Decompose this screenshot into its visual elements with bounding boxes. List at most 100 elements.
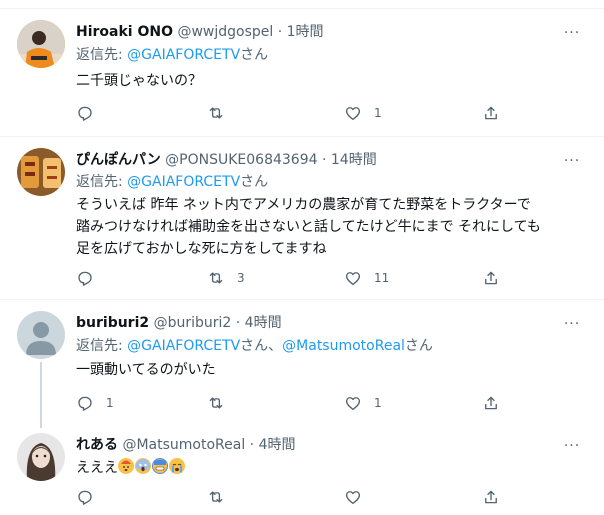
- tweet-text: 一頭動いてるのがいた: [76, 359, 586, 381]
- retweet-button[interactable]: [207, 393, 237, 413]
- user-handle[interactable]: @wwjdgospel: [177, 24, 273, 40]
- avatar[interactable]: [17, 433, 65, 481]
- separator-dot: ·: [321, 152, 327, 168]
- share-icon: [485, 490, 497, 504]
- tweet-actions: 1 1: [76, 393, 536, 413]
- like-button[interactable]: [344, 487, 374, 507]
- reply-to-prefix: 返信先:: [76, 47, 128, 63]
- mention-link[interactable]: @MatsumotoReal: [282, 338, 405, 354]
- reply-to-prefix: 返信先:: [76, 174, 128, 190]
- top-divider: [0, 8, 604, 9]
- exploding-head-emoji-icon: [118, 458, 134, 474]
- tweet-text-line: えええ: [76, 460, 118, 476]
- tweet-actions: [76, 487, 536, 507]
- reply-icon: [78, 396, 92, 411]
- tweet-text-line: そういえば 昨年 ネット内でアメリカの農家が育てた野菜をトラクターで: [76, 197, 531, 213]
- heart-icon: [345, 397, 361, 411]
- share-button[interactable]: [482, 393, 500, 413]
- timestamp[interactable]: 4時間: [245, 315, 282, 331]
- avatar[interactable]: [17, 148, 65, 196]
- mention-link[interactable]: @GAIAFORCETV: [127, 338, 240, 354]
- mention-link[interactable]: @GAIAFORCETV: [127, 47, 240, 63]
- reply-to-line: 返信先: @GAIAFORCETVさん: [76, 172, 268, 192]
- more-options-button[interactable]: ···: [560, 439, 584, 459]
- tweet-actions: 3 11: [76, 268, 536, 288]
- reply-to-line: 返信先: @GAIAFORCETVさん: [76, 45, 268, 65]
- reply-to-suffix: さん: [240, 47, 269, 63]
- reply-button[interactable]: [76, 103, 106, 123]
- like-button[interactable]: 1: [344, 103, 382, 123]
- tweet-text: そういえば 昨年 ネット内でアメリカの農家が育てた野菜をトラクターで 踏みつけな…: [76, 194, 586, 260]
- user-handle[interactable]: @PONSUKE06843694: [165, 152, 317, 168]
- share-icon: [485, 106, 497, 120]
- tweet-divider: [0, 299, 604, 300]
- timestamp[interactable]: 4時間: [259, 437, 296, 453]
- user-handle[interactable]: @MatsumotoReal: [122, 437, 245, 453]
- reply-icon: [78, 490, 92, 505]
- sweat-smile-emoji-icon: [152, 458, 168, 474]
- display-name[interactable]: れある: [76, 437, 118, 453]
- separator-dot: ·: [277, 24, 283, 40]
- display-name[interactable]: Hiroaki ONO: [76, 24, 173, 40]
- mention-link[interactable]: @GAIAFORCETV: [127, 174, 240, 190]
- thread-connector: [40, 362, 42, 428]
- reply-to-prefix: 返信先:: [76, 338, 128, 354]
- share-button[interactable]: [482, 268, 500, 288]
- timestamp[interactable]: 14時間: [331, 152, 377, 168]
- reply-to-suffix: さん: [240, 174, 269, 190]
- tweet-actions: 1: [76, 103, 536, 123]
- timestamp[interactable]: 1時間: [287, 24, 324, 40]
- reply-button[interactable]: [76, 487, 106, 507]
- share-icon: [485, 396, 497, 410]
- tweet-text-line: 一頭動いてるのがいた: [76, 362, 216, 378]
- retweet-count: 3: [237, 271, 245, 285]
- reply-count: 1: [106, 396, 114, 410]
- retweet-button[interactable]: 3: [207, 268, 245, 288]
- avatar-image-icon: [17, 20, 65, 68]
- retweet-icon: [209, 491, 223, 503]
- reply-button[interactable]: [76, 268, 106, 288]
- more-options-button[interactable]: ···: [560, 154, 584, 174]
- retweet-button[interactable]: [207, 487, 237, 507]
- share-button[interactable]: [482, 487, 500, 507]
- scream-emoji-icon: [135, 458, 151, 474]
- tweet-text: えええ: [76, 457, 586, 479]
- reply-to-line: 返信先: @GAIAFORCETVさん、@MatsumotoRealさん: [76, 336, 433, 356]
- retweet-icon: [209, 397, 223, 409]
- user-handle[interactable]: @buriburi2: [154, 315, 232, 331]
- avatar[interactable]: [17, 311, 65, 359]
- tweet-text-line: 二千頭じゃないの？: [76, 73, 202, 89]
- tweet-divider: [0, 136, 604, 137]
- share-button[interactable]: [482, 103, 500, 123]
- default-avatar-icon: [17, 311, 65, 359]
- share-icon: [485, 271, 497, 285]
- tweet-text-line: 足を広げておかしな死に方をしてますね: [76, 241, 327, 257]
- tweet-text-line: 踏みつけなければ補助金を出さないと話してたけど牛にまで それにしても: [76, 219, 541, 235]
- display-name[interactable]: ぴんぽんパン: [76, 152, 161, 168]
- retweet-button[interactable]: [207, 103, 237, 123]
- display-name[interactable]: buriburi2: [76, 315, 149, 331]
- like-count: 1: [374, 396, 382, 410]
- reply-icon: [78, 106, 92, 121]
- retweet-icon: [209, 107, 223, 119]
- more-options-button[interactable]: ···: [560, 26, 584, 46]
- separator-dot: ·: [249, 437, 255, 453]
- loudly-crying-emoji-icon: [169, 458, 185, 474]
- avatar-image-icon: [17, 433, 65, 481]
- heart-icon: [345, 491, 361, 505]
- separator-dot: ·: [235, 315, 241, 331]
- heart-icon: [345, 107, 361, 121]
- reply-to-suffix: さん: [404, 338, 433, 354]
- avatar-image-icon: [17, 148, 65, 196]
- reply-to-mid: さん、: [240, 338, 283, 354]
- heart-icon: [345, 272, 361, 286]
- like-count: 11: [374, 271, 390, 285]
- like-button[interactable]: 1: [344, 393, 382, 413]
- reply-button[interactable]: 1: [76, 393, 114, 413]
- avatar[interactable]: [17, 20, 65, 68]
- tweet-text: 二千頭じゃないの？: [76, 70, 586, 92]
- more-options-button[interactable]: ···: [560, 317, 584, 337]
- retweet-icon: [209, 272, 223, 284]
- like-button[interactable]: 11: [344, 268, 389, 288]
- like-count: 1: [374, 106, 382, 120]
